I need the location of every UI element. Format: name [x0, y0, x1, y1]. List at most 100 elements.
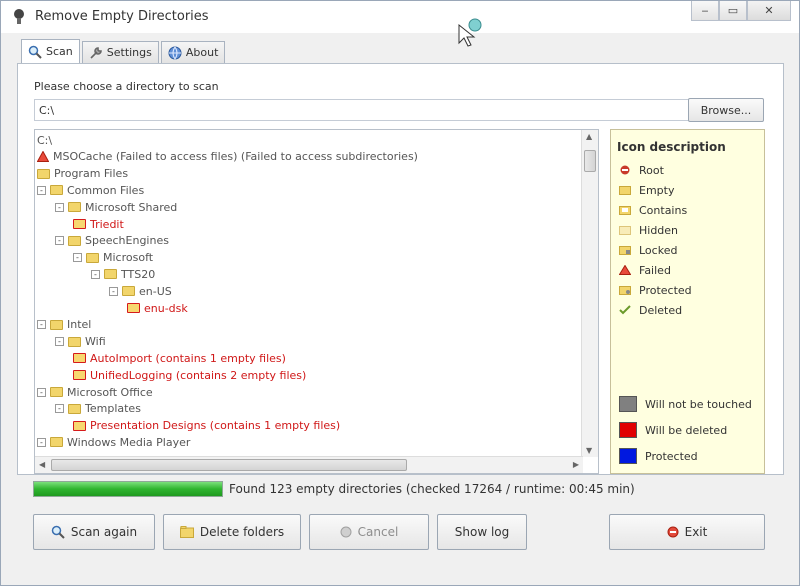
tree-row-label: SpeechEngines — [85, 234, 169, 248]
folder-icon — [122, 286, 135, 297]
legend-color-protected: Protected — [619, 448, 698, 464]
legend-item-hidden: Hidden — [619, 222, 678, 238]
tree-row-label: Wifi — [85, 335, 106, 349]
scroll-up-arrow-icon[interactable]: ▲ — [586, 132, 592, 141]
legend-color-not-touched: Will not be touched — [619, 396, 752, 412]
scroll-right-arrow-icon[interactable]: ▶ — [573, 460, 579, 469]
legend-item-deleted: Deleted — [619, 302, 682, 318]
tree-row-label: Templates — [85, 402, 141, 416]
folder-icon — [73, 420, 86, 431]
root-icon — [620, 165, 630, 175]
tree-row[interactable]: - en-US — [109, 283, 172, 299]
legend-item-contains: Contains — [619, 202, 687, 218]
cancel-button[interactable]: Cancel — [309, 514, 429, 550]
tree-expander-icon[interactable]: - — [37, 437, 46, 447]
directory-input[interactable] — [34, 99, 694, 121]
tree-expander-icon[interactable]: - — [73, 253, 82, 263]
legend-item-locked: Locked — [619, 242, 677, 258]
tree-row[interactable]: - Intel — [37, 317, 91, 333]
tree-row[interactable]: UnifiedLogging (contains 2 empty files) — [73, 367, 306, 383]
tree-row-label: Program Files — [54, 167, 129, 181]
tree-row[interactable]: Presentation Designs (contains 1 empty f… — [73, 418, 340, 434]
tree-expander-icon[interactable]: - — [37, 320, 46, 330]
scan-progress-bar — [33, 481, 223, 497]
legend-item-protected: Protected — [619, 282, 692, 298]
tree-row-label: Triedit — [90, 217, 124, 231]
scroll-down-arrow-icon[interactable]: ▼ — [586, 446, 592, 455]
legend-item-root: Root — [619, 162, 664, 178]
directory-tree[interactable]: C:\ MSOCache (Failed to access files) (Fa… — [34, 129, 599, 474]
scroll-left-arrow-icon[interactable]: ◀ — [39, 460, 45, 469]
tree-expander-icon[interactable]: - — [37, 185, 46, 195]
scan-progress-fill — [34, 482, 222, 496]
tab-about[interactable]: About — [160, 41, 226, 63]
red-swatch — [619, 422, 637, 438]
tree-row-label: MSOCache (Failed to access files) (Faile… — [53, 150, 418, 164]
tree-row-label: TTS20 — [121, 267, 156, 281]
magnifier-icon — [28, 45, 42, 59]
tree-row[interactable]: MSOCache (Failed to access files) (Faile… — [37, 149, 418, 165]
legend-item-empty: Empty — [619, 182, 674, 198]
tree-expander-icon[interactable]: - — [55, 337, 64, 347]
cancel-icon — [340, 526, 352, 538]
tree-expander-icon[interactable]: - — [55, 404, 64, 414]
tree-expander-icon[interactable]: - — [37, 387, 46, 397]
scan-panel: Please choose a directory to scan Browse… — [17, 63, 784, 475]
tree-expander-icon[interactable]: - — [91, 269, 100, 279]
tree-row-label: Intel — [67, 318, 92, 332]
tree-expander-icon[interactable]: - — [109, 286, 118, 296]
contains-folder-icon — [619, 206, 631, 215]
tree-row[interactable]: AutoImport (contains 1 empty files) — [73, 350, 286, 366]
tree-vertical-scrollbar[interactable]: ▲ ▼ — [581, 130, 598, 457]
scan-again-button[interactable]: Scan again — [33, 514, 155, 550]
tree-row[interactable]: - SpeechEngines — [55, 233, 169, 249]
magnifier-icon — [51, 525, 65, 539]
tree-row-label: Microsoft Office — [67, 385, 153, 399]
tree-row[interactable]: C:\ — [37, 132, 52, 148]
tree-row[interactable]: - Wifi — [55, 334, 106, 350]
tree-row-label: enu-dsk — [144, 301, 188, 315]
maximize-button[interactable]: ▭ — [719, 1, 747, 21]
tree-row[interactable]: - Templates — [55, 401, 141, 417]
title-bar[interactable]: Remove Empty Directories ‒ ▭ ✕ — [1, 1, 799, 47]
tree-row[interactable]: - Microsoft — [73, 250, 153, 266]
globe-icon — [168, 46, 182, 60]
tree-expander-icon[interactable]: - — [55, 202, 64, 212]
folder-icon — [68, 403, 81, 414]
tab-scan[interactable]: Scan — [21, 39, 80, 63]
tree-expander-icon[interactable]: - — [55, 236, 64, 246]
tree-row-label: en-US — [139, 284, 172, 298]
delete-folders-button[interactable]: Delete folders — [163, 514, 301, 550]
tree-row[interactable]: - Windows Media Player — [37, 434, 190, 450]
gray-swatch — [619, 396, 637, 412]
tree-row[interactable]: Program Files — [37, 166, 128, 182]
close-button[interactable]: ✕ — [747, 1, 791, 21]
tree-row[interactable]: - Microsoft Office — [37, 384, 153, 400]
tree-row[interactable]: enu-dsk — [127, 300, 188, 316]
browse-button[interactable]: Browse... — [688, 98, 764, 122]
blue-swatch — [619, 448, 637, 464]
tree-horizontal-scrollbar[interactable]: ◀ ▶ — [35, 456, 583, 473]
folder-icon — [50, 319, 63, 330]
deleted-icon — [619, 305, 631, 315]
minimize-button[interactable]: ‒ — [691, 1, 719, 21]
tree-horizontal-scroll-thumb[interactable] — [51, 459, 407, 471]
tree-row[interactable]: - Microsoft Shared — [55, 199, 177, 215]
tab-settings-label: Settings — [106, 46, 152, 59]
tree-row-label: Presentation Designs (contains 1 empty f… — [90, 419, 341, 433]
tree-row[interactable]: - Common Files — [37, 182, 144, 198]
window-controls: ‒ ▭ ✕ — [691, 1, 791, 21]
tab-settings[interactable]: Settings — [81, 41, 159, 63]
tree-vertical-scroll-thumb[interactable] — [584, 150, 596, 172]
tree-row-label: Microsoft Shared — [85, 200, 178, 214]
folder-icon — [68, 202, 81, 213]
locked-folder-icon — [619, 246, 631, 255]
show-log-button[interactable]: Show log — [437, 514, 527, 550]
exit-button[interactable]: Exit — [609, 514, 765, 550]
folder-icon — [86, 252, 99, 263]
tree-row[interactable]: - TTS20 — [91, 266, 155, 282]
icon-legend: Icon description Root Empty Contains Hid… — [610, 129, 765, 474]
tree-row[interactable]: Triedit — [73, 216, 124, 232]
tree-row-label: Common Files — [67, 183, 145, 197]
legend-title: Icon description — [617, 140, 726, 154]
